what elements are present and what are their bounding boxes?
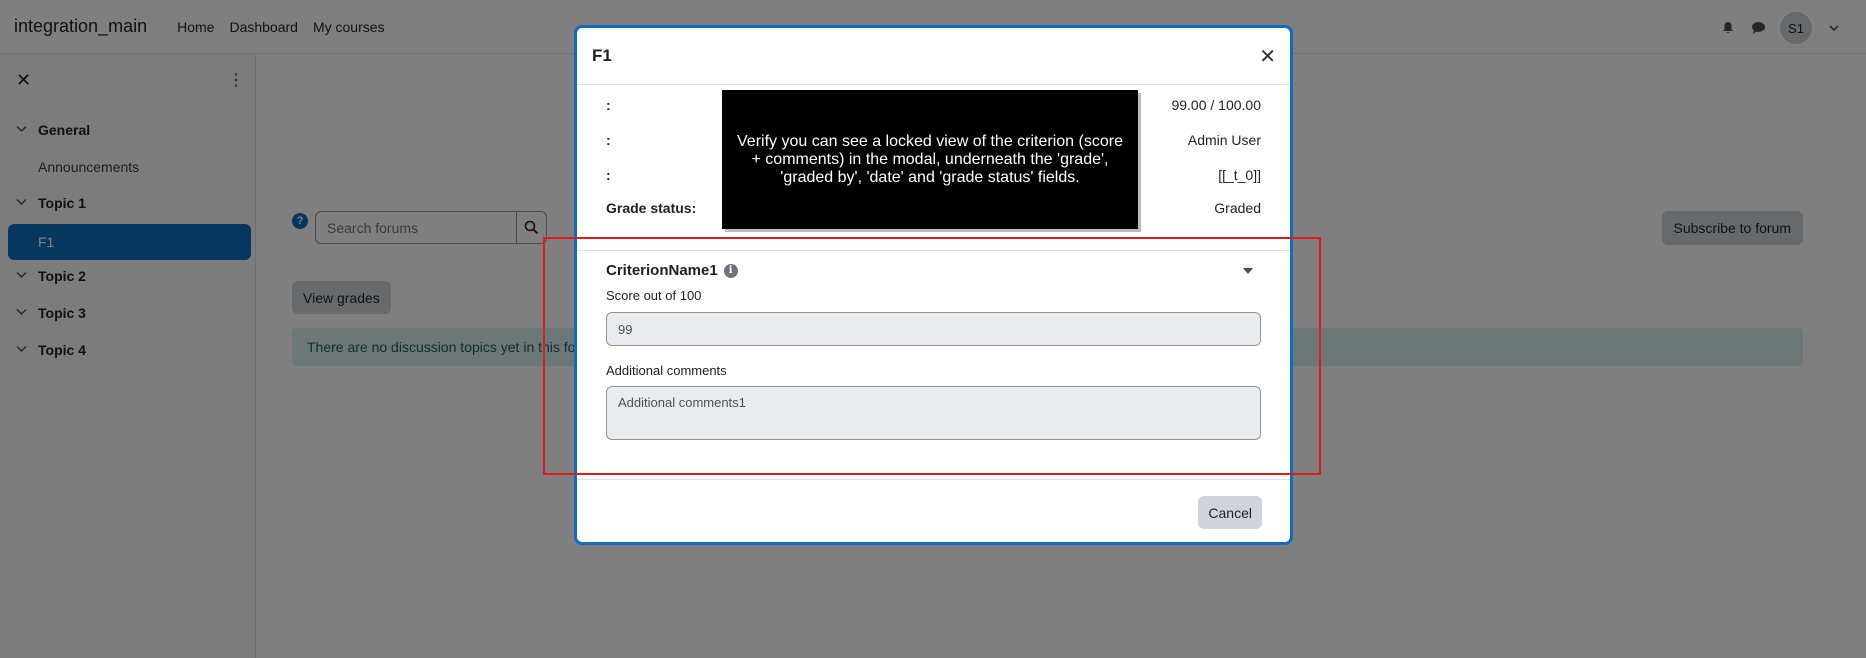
info-icon[interactable]: i — [723, 263, 738, 278]
graded-by-label: : — [606, 132, 611, 148]
cancel-button[interactable]: Cancel — [1198, 496, 1262, 529]
grade-label: : — [606, 97, 611, 113]
criterion-name: CriterionName1 — [606, 262, 718, 279]
grade-status-value: Graded — [1214, 200, 1261, 216]
modal-header: F1 ✕ — [577, 28, 1290, 85]
modal-footer: Cancel — [577, 479, 1290, 542]
close-icon[interactable]: ✕ — [1259, 44, 1276, 69]
score-value: 99 — [618, 321, 633, 337]
comments-label: Additional comments — [606, 363, 727, 378]
note-text: Verify you can see a locked view of the … — [737, 132, 1123, 186]
score-field: 99 — [606, 312, 1261, 346]
criterion-heading: CriterionName1 i — [606, 262, 738, 279]
date-label: : — [606, 167, 611, 183]
graded-by-value: Admin User — [1187, 132, 1261, 148]
divider — [577, 250, 1290, 251]
test-instruction-note: Verify you can see a locked view of the … — [722, 90, 1138, 229]
modal-title: F1 — [592, 46, 612, 65]
date-value: [[_t_0]] — [1218, 167, 1261, 183]
grade-status-label: Grade status: — [606, 200, 697, 216]
comments-field: Additional comments1 — [606, 386, 1261, 440]
caret-down-icon[interactable] — [1243, 268, 1253, 274]
score-label: Score out of 100 — [606, 288, 702, 303]
comments-value: Additional comments1 — [618, 395, 746, 410]
grade-value: 99.00 / 100.00 — [1171, 97, 1261, 113]
